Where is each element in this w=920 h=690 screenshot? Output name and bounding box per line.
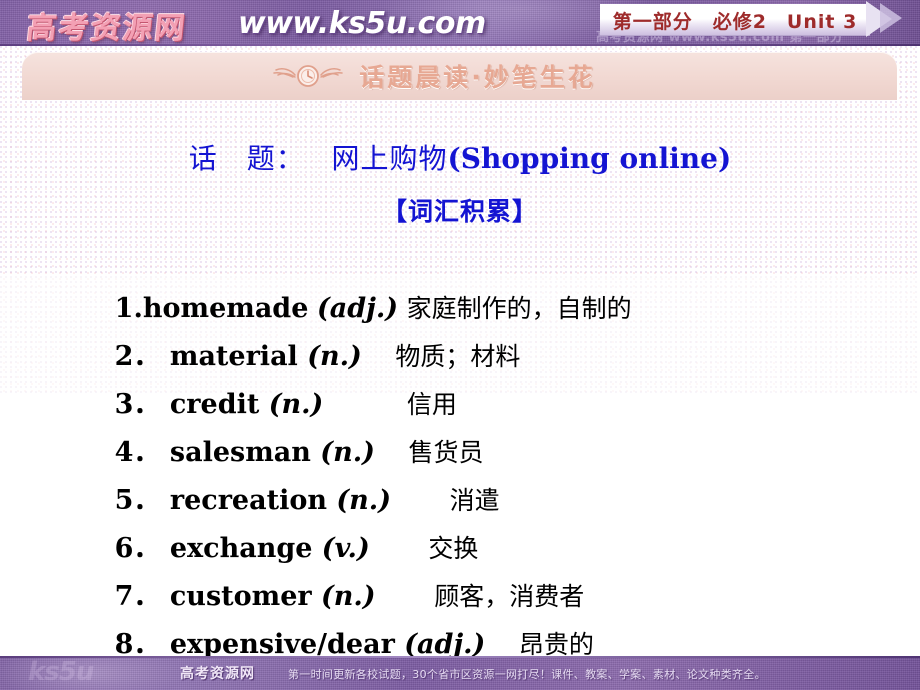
topic-line: 话 题： 网上购物(Shopping online) — [0, 137, 920, 177]
item-number: 3． — [114, 389, 161, 420]
footer-top-rule — [0, 656, 920, 658]
top-banner: 高考资源网 www.ks5u.com 高考资源网 www.ks5u.com 第一… — [0, 0, 920, 46]
item-gloss: 消遣 — [399, 486, 500, 515]
list-item: 1.homemade (adj.) 家庭制作的，自制的 — [46, 237, 886, 324]
item-gloss: 信用 — [331, 390, 457, 419]
item-number: 5． — [114, 485, 161, 516]
item-number: 1. — [114, 293, 143, 324]
item-pos: (n.) — [320, 437, 375, 468]
item-gloss: 售货员 — [383, 438, 484, 467]
unit-ribbon: 第一部分 必修2 Unit 3 — [600, 4, 870, 36]
section-title: 话题晨读·妙笔生花 — [359, 63, 596, 92]
unit-ribbon-label: 第一部分 必修2 Unit 3 — [612, 10, 858, 33]
item-pos: (adj.) — [316, 293, 399, 324]
item-number: 6． — [114, 533, 161, 564]
item-word: exchange — [160, 533, 322, 564]
footer-brand: 高考资源网 — [180, 666, 255, 682]
item-gloss: 家庭制作的，自制的 — [406, 294, 632, 323]
item-word: homemade — [142, 293, 309, 324]
item-pos: (n.) — [336, 485, 391, 516]
section-header-content: 话题晨读·妙笔生花 — [271, 58, 596, 94]
item-word: customer — [160, 581, 321, 612]
item-pos: (n.) — [321, 581, 376, 612]
item-gloss: 物质；材料 — [370, 342, 521, 371]
item-word: material — [160, 341, 308, 372]
winged-clock-icon — [271, 61, 345, 91]
item-gloss: 昂贵的 — [493, 630, 594, 659]
topic-chinese: 网上购物 — [331, 142, 448, 175]
footer-bar: ks5u 高考资源网 第一时间更新各校试题，30个省市区资源一网打尽！课件、教案… — [0, 656, 920, 690]
site-logo-chinese: 高考资源网 — [24, 11, 189, 46]
footer-tagline: 第一时间更新各校试题，30个省市区资源一网打尽！课件、教案、学案、素材、论文种类… — [288, 668, 766, 681]
slide-root: 高考资源网 www.ks5u.com 高考资源网 www.ks5u.com 第一… — [0, 0, 920, 690]
item-pos: (n.) — [307, 341, 362, 372]
topic-english: (Shopping online) — [447, 142, 732, 175]
item-word: recreation — [160, 485, 337, 516]
vocabulary-heading: 【词汇积累】 — [381, 197, 538, 226]
vocabulary-list: 1.homemade (adj.) 家庭制作的，自制的 2． material … — [46, 237, 886, 660]
item-pos: (v.) — [321, 533, 370, 564]
item-gloss: 顾客，消费者 — [384, 582, 585, 611]
item-word: credit — [160, 389, 269, 420]
item-pos: (n.) — [268, 389, 324, 420]
item-number: 4． — [114, 437, 161, 468]
item-gloss: 交换 — [378, 534, 479, 563]
ribbon-chevron-shadow-icon — [880, 3, 902, 33]
section-header-bar: 话题晨读·妙笔生花 — [22, 52, 897, 100]
topic-label: 话 题： — [188, 142, 305, 175]
site-logo-url[interactable]: www.ks5u.com — [238, 6, 486, 41]
footer-watermark: ks5u — [28, 657, 94, 687]
item-number: 2． — [114, 341, 161, 372]
content-area: 话 题： 网上购物(Shopping online) 【词汇积累】 1.home… — [0, 104, 920, 660]
item-word: salesman — [160, 437, 321, 468]
banner-bottom-rule — [0, 44, 920, 46]
item-number: 7． — [114, 581, 161, 612]
